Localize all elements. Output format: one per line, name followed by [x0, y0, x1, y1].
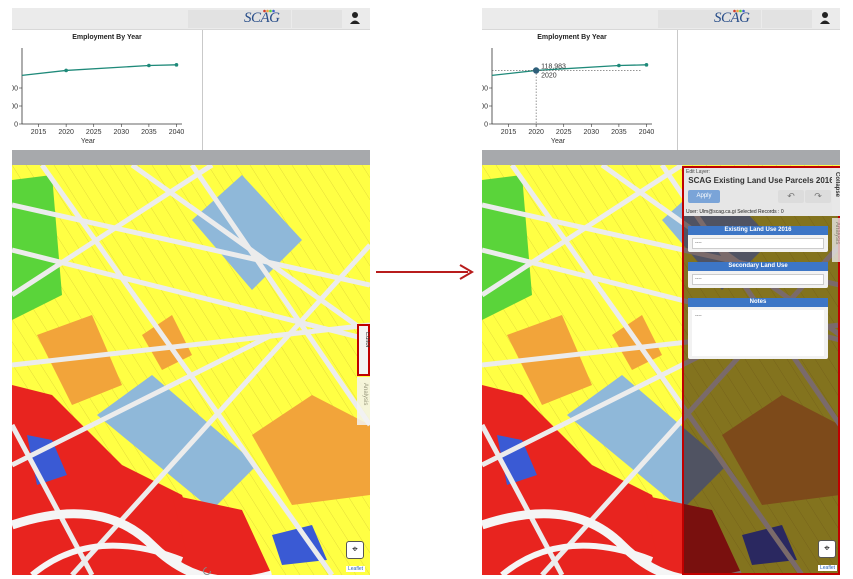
redo-icon[interactable]: ↷: [805, 190, 831, 203]
x-axis-label: Year: [81, 138, 96, 145]
header-blank-box: [292, 10, 342, 28]
toolbar-strip: [12, 150, 370, 165]
y-tick-label: ,000: [482, 86, 488, 93]
top-header: SCAG: [482, 8, 840, 30]
x-tick-label: 2025: [556, 129, 572, 136]
logo-swoosh-icon: [733, 9, 745, 13]
secondary-land-use-card: Secondary Land Use ----: [688, 262, 828, 288]
top-header: SCAG: [12, 8, 370, 30]
data-point: [617, 63, 621, 68]
card-header: Secondary Land Use: [688, 262, 828, 271]
x-tick-label: 2030: [114, 129, 130, 136]
panel-divider: [202, 30, 203, 150]
existing-land-use-card: Existing Land Use 2016 ----: [688, 226, 828, 252]
logo-dot: [733, 9, 736, 13]
analysis-tab-label: Analysis: [834, 222, 840, 245]
employment-chart-svg: Employment By Year 2015 2020 2025 2030 2035 2…: [12, 34, 185, 145]
x-axis-label: Year: [551, 138, 566, 145]
logo-swoosh-icon: [263, 9, 275, 13]
analysis-tab[interactable]: Analysis: [357, 377, 370, 425]
user-icon[interactable]: [349, 11, 361, 25]
card-header: Notes: [688, 298, 828, 307]
tooltip-year: 2020: [541, 72, 557, 79]
edit-layer-label: Edit Layer:: [686, 169, 710, 175]
notes-card: Notes ----: [688, 298, 828, 359]
logo-dot: [739, 9, 742, 13]
analysis-tab-label: Analysis: [362, 383, 368, 406]
data-point: [644, 63, 649, 67]
x-tick-label: 2020: [528, 129, 544, 136]
map-canvas[interactable]: [12, 165, 370, 575]
y-tick-label: 0: [484, 122, 488, 129]
data-line: [491, 64, 647, 77]
user-icon[interactable]: [819, 11, 831, 25]
leaflet-attribution[interactable]: Leaflet: [818, 565, 838, 571]
logo-dot: [266, 9, 269, 13]
x-tick-label: 2020: [58, 129, 74, 136]
y-tick-label: 00: [12, 104, 18, 111]
data-point: [64, 68, 68, 73]
tooltip-value: 118,983: [541, 63, 566, 70]
layer-title: SCAG Existing Land Use Parcels 2016: [688, 176, 834, 185]
apply-button[interactable]: Apply: [688, 190, 720, 203]
compass-icon[interactable]: ⌖: [346, 541, 364, 559]
employment-chart: Employment By Year 2015 2020 2025 2030 2035 2…: [482, 30, 840, 150]
logo-container: SCAG: [658, 9, 761, 28]
analysis-tab[interactable]: Analysis: [832, 218, 840, 262]
compass-icon[interactable]: ⌖: [818, 540, 836, 558]
logo-container: SCAG: [188, 9, 291, 28]
loading-icon: [203, 567, 211, 575]
existing-land-use-select[interactable]: ----: [692, 238, 824, 249]
header-blank-box: [762, 10, 812, 28]
y-tick-label: 0: [14, 122, 18, 129]
land-use-map[interactable]: Editor Analysis ⌖ Leaflet: [12, 165, 370, 575]
logo-dot: [272, 9, 275, 13]
x-tick-label: 2035: [141, 129, 157, 136]
left-screenshot: SCAG Employment By Year 2015 2020 2025 2030…: [12, 8, 370, 575]
employment-chart: Employment By Year 2015 2020 2025 2030 2035 2…: [12, 30, 370, 150]
panel-divider: [677, 30, 678, 150]
notes-textarea[interactable]: ----: [692, 310, 824, 356]
focus-point: [532, 67, 540, 74]
undo-icon[interactable]: ↶: [778, 190, 804, 203]
secondary-land-use-select[interactable]: ----: [692, 274, 824, 285]
logo-dot: [269, 9, 272, 13]
edit-panel-header: Edit Layer: SCAG Existing Land Use Parce…: [684, 168, 838, 216]
editor-tab[interactable]: Editor: [357, 324, 370, 376]
toolbar-strip: [482, 150, 840, 165]
logo-dot: [263, 9, 266, 13]
editor-tab-label: Editor: [364, 332, 370, 348]
logo-dot: [742, 9, 745, 13]
y-tick-label: ,000: [482, 104, 488, 111]
data-point: [147, 63, 151, 68]
x-tick-label: 2025: [86, 129, 102, 136]
x-tick-label: 2030: [584, 129, 600, 136]
edit-panel: Edit Layer: SCAG Existing Land Use Parce…: [682, 166, 840, 575]
x-tick-label: 2035: [611, 129, 627, 136]
data-point: [174, 63, 179, 67]
collapse-tab-label: Collapse: [834, 172, 840, 198]
logo-dot: [736, 9, 739, 13]
card-header: Existing Land Use 2016: [688, 226, 828, 235]
x-tick-label: 2040: [169, 129, 185, 136]
chart-title: Employment By Year: [537, 34, 607, 41]
chart-title: Employment By Year: [72, 34, 142, 41]
collapse-tab[interactable]: Collapse: [832, 168, 840, 216]
data-line: [21, 64, 177, 77]
x-tick-label: 2040: [639, 129, 655, 136]
x-tick-label: 2015: [31, 129, 47, 136]
user-status-line: User: Ulm@scag.ca.gi Selected Records : …: [686, 209, 784, 215]
transition-arrow-icon: [376, 264, 474, 280]
y-tick-label: 000: [12, 86, 18, 93]
leaflet-attribution[interactable]: Leaflet: [346, 566, 366, 572]
x-tick-label: 2015: [501, 129, 517, 136]
employment-chart-svg: Employment By Year 2015 2020 2025 2030 2035 2…: [482, 34, 655, 145]
right-screenshot: SCAG Employment By Year 2015 2020 2025 2030…: [482, 8, 840, 575]
